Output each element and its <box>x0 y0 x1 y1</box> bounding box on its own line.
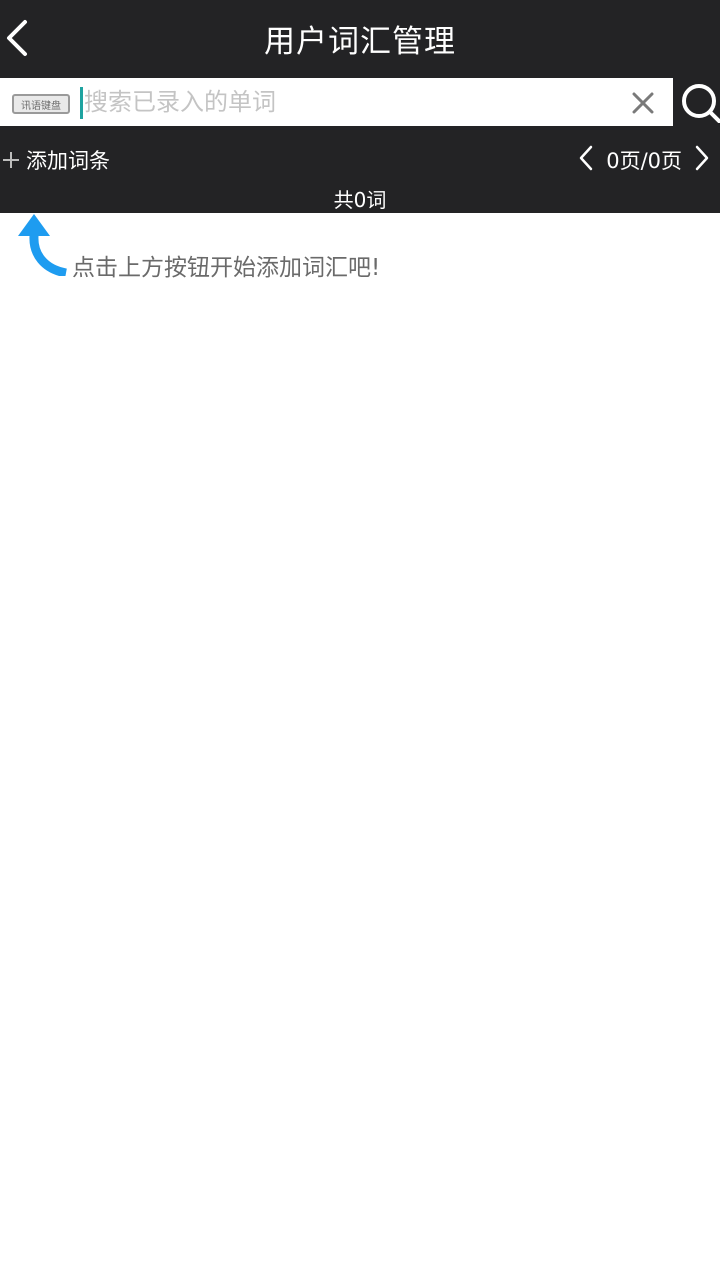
search-button[interactable] <box>680 80 720 126</box>
title-bar: 用户词汇管理 <box>0 0 720 76</box>
page-indicator: 0页/0页 <box>606 149 682 173</box>
text-caret <box>80 87 83 119</box>
prev-page-button[interactable] <box>578 145 594 175</box>
empty-state-hint: 点击上方按钮开始添加词汇吧! <box>14 212 514 282</box>
close-icon <box>632 92 654 114</box>
clear-search-button[interactable] <box>626 86 660 120</box>
search-icon <box>682 84 720 123</box>
pagination: 0页/0页 <box>578 142 710 178</box>
next-page-button[interactable] <box>694 145 710 175</box>
word-count: 共0词 <box>333 187 387 212</box>
keyboard-badge[interactable]: 讯语键盘 <box>12 94 70 114</box>
search-box[interactable]: 讯语键盘 <box>0 78 673 126</box>
search-input[interactable] <box>84 78 604 126</box>
toolbar: 添加词条 0页/0页 共0词 <box>0 128 720 213</box>
plus-icon <box>3 152 19 168</box>
add-entry-label: 添加词条 <box>26 149 110 173</box>
chevron-left-icon <box>579 145 593 171</box>
chevron-right-icon <box>695 145 709 171</box>
hint-text: 点击上方按钮开始添加词汇吧! <box>72 255 381 281</box>
search-bar: 讯语键盘 <box>0 76 720 128</box>
add-entry-button[interactable]: 添加词条 <box>2 142 110 178</box>
page-title: 用户词汇管理 <box>264 23 456 60</box>
curved-arrow-up-icon <box>18 214 68 276</box>
